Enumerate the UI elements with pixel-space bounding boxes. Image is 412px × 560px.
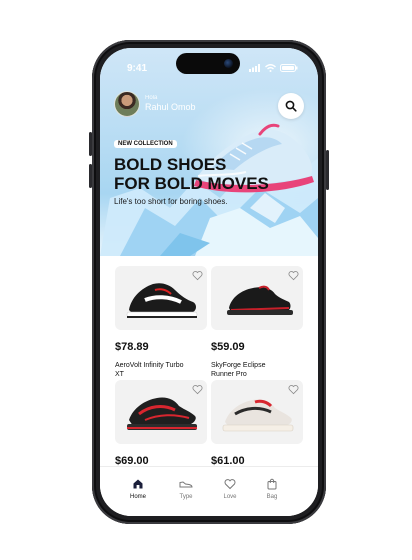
product-image [115, 266, 207, 330]
hero-headline-line1: BOLD SHOES [114, 155, 227, 174]
dynamic-island [176, 53, 240, 74]
side-button-right [326, 150, 329, 190]
hero-shoe-illustration [100, 123, 318, 256]
search-button[interactable] [278, 93, 304, 119]
product-card[interactable]: $59.09 SkyForge Eclipse Runner Pro [211, 266, 303, 379]
avatar[interactable] [114, 91, 140, 117]
product-card[interactable]: $69.00 [115, 380, 207, 467]
hero-banner[interactable]: 9:41 Hola Rahul Omob NEW COLLECTION BOLD… [100, 48, 318, 256]
side-button-left-2 [89, 164, 92, 188]
product-card[interactable]: $78.89 AeroVolt Infinity Turbo XT [115, 266, 207, 379]
product-image [211, 380, 303, 444]
nav-home[interactable]: Home [118, 478, 158, 500]
phone-frame: 9:41 Hola Rahul Omob NEW COLLECTION BOLD… [89, 40, 329, 524]
bag-icon [267, 478, 277, 490]
nav-bag[interactable]: Bag [252, 478, 292, 500]
nav-love-label: Love [223, 494, 237, 500]
product-price: $78.89 [115, 341, 149, 353]
new-collection-badge: NEW COLLECTION [114, 140, 177, 148]
nav-type-label: Type [179, 494, 193, 500]
product-grid: $78.89 AeroVolt Infinity Turbo XT $59.09 [100, 256, 318, 467]
shoe-icon [179, 481, 193, 488]
nav-home-label: Home [129, 494, 146, 500]
product-image [211, 266, 303, 330]
product-card[interactable]: $61.00 [211, 380, 303, 467]
wifi-icon [265, 64, 276, 72]
favorite-heart-icon[interactable] [192, 384, 203, 395]
bottom-navigation: Home Type Love Bag [100, 466, 318, 516]
heart-icon [224, 479, 236, 490]
front-camera-icon [224, 59, 233, 68]
user-profile[interactable]: Hola Rahul Omob [114, 91, 196, 117]
product-name: SkyForge Eclipse Runner Pro [211, 362, 266, 378]
home-icon [133, 479, 143, 489]
product-name: AeroVolt Infinity Turbo XT [115, 362, 184, 378]
app-screen: 9:41 Hola Rahul Omob NEW COLLECTION BOLD… [100, 48, 318, 516]
hero-tagline: Life's too short for boring shoes. [114, 197, 228, 206]
product-image [115, 380, 207, 444]
status-time: 9:41 [127, 63, 148, 74]
search-icon [285, 100, 297, 112]
battery-icon [280, 64, 298, 72]
hero-headline: BOLD SHOES FOR BOLD MOVES [114, 155, 304, 193]
nav-bag-label: Bag [266, 494, 278, 500]
user-name: Rahul Omob [145, 102, 196, 112]
nav-love[interactable]: Love [210, 478, 250, 500]
product-price: $59.09 [211, 341, 245, 353]
side-button-left [89, 132, 92, 156]
hero-headline-line2: FOR BOLD MOVES [114, 174, 269, 193]
cellular-signal-icon [249, 64, 260, 72]
status-icons [249, 64, 298, 72]
favorite-heart-icon[interactable] [288, 270, 299, 281]
favorite-heart-icon[interactable] [192, 270, 203, 281]
greeting-text: Hola [145, 95, 158, 101]
favorite-heart-icon[interactable] [288, 384, 299, 395]
nav-type[interactable]: Type [166, 478, 206, 500]
